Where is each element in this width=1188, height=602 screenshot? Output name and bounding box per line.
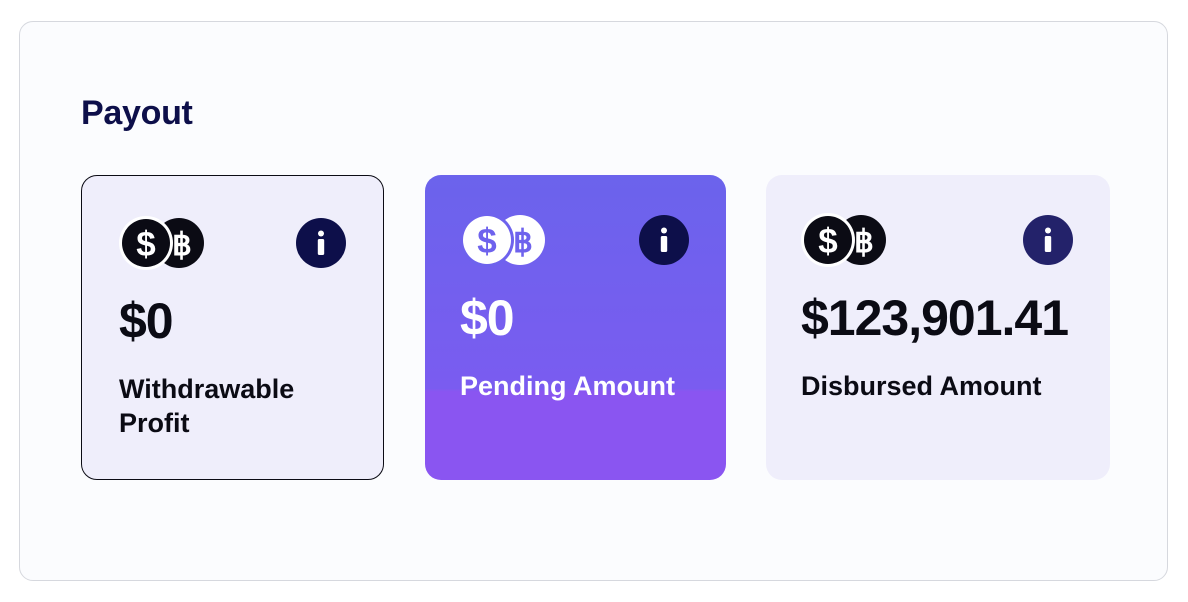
svg-text:$: $ — [477, 222, 496, 261]
svg-text:฿: ฿ — [172, 227, 192, 262]
dollar-bitcoin-coins-icon: $ ฿ — [460, 213, 545, 267]
disbursed-amount-card[interactable]: $ ฿ $123,901.41 Disbursed Amount — [766, 175, 1110, 480]
panel-title: Payout — [81, 94, 193, 132]
dollar-bitcoin-coins-icon: $ ฿ — [801, 213, 886, 267]
info-icon — [317, 230, 325, 255]
info-button[interactable] — [639, 215, 689, 265]
svg-text:$: $ — [136, 225, 155, 264]
info-icon — [660, 227, 668, 252]
pending-amount-label: Pending Amount — [460, 371, 675, 401]
pending-amount-value: $0 — [460, 290, 515, 346]
info-button[interactable] — [296, 218, 346, 268]
svg-text:฿: ฿ — [854, 224, 874, 259]
disbursed-amount-value: $123,901.41 — [801, 290, 1069, 346]
withdrawable-amount-value: $0 — [119, 293, 174, 349]
disbursed-amount-label: Disbursed Amount — [801, 371, 1042, 401]
payout-panel: Payout $ ฿ $0 Withdrawable Profit $ ฿ $0… — [19, 21, 1168, 581]
withdrawable-profit-card[interactable]: $ ฿ $0 Withdrawable Profit — [81, 175, 384, 480]
dollar-bitcoin-coins-icon: $ ฿ — [119, 216, 204, 270]
svg-text:฿: ฿ — [513, 224, 533, 259]
info-icon — [1044, 227, 1052, 252]
info-button[interactable] — [1023, 215, 1073, 265]
withdrawable-profit-label: Withdrawable Profit — [119, 374, 295, 438]
pending-amount-card[interactable]: $ ฿ $0 Pending Amount — [425, 175, 726, 480]
svg-text:$: $ — [818, 222, 837, 261]
